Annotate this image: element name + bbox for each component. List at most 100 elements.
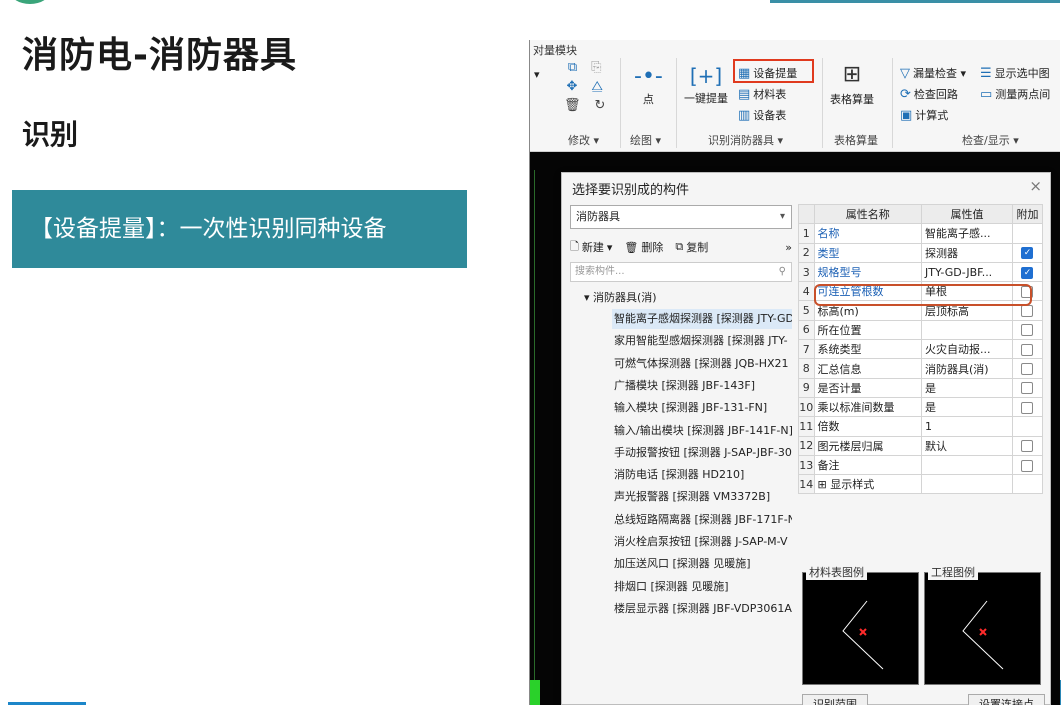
- tree-item[interactable]: 手动报警按钮 [探测器 J-SAP-JBF-30: [612, 443, 792, 463]
- extra-cell: [1011, 474, 1044, 495]
- table-calc-button[interactable]: ⊞ 表格算量: [830, 62, 874, 107]
- extra-checkbox[interactable]: ✓: [1021, 266, 1034, 279]
- cad-line: [534, 170, 535, 690]
- property-row[interactable]: 6 所在位置: [798, 319, 1044, 341]
- trash-icon: 🗑: [624, 240, 639, 254]
- extra-checkbox[interactable]: [1021, 440, 1034, 453]
- draw-group-label[interactable]: 绘图 ▾: [630, 132, 661, 148]
- equip-table-icon: ▥: [738, 107, 751, 123]
- tree-item[interactable]: 可燃气体探测器 [探测器 JQB-HX21: [612, 354, 792, 374]
- more-button[interactable]: »: [785, 241, 792, 254]
- property-row[interactable]: 12 图元楼层归属 默认: [798, 435, 1044, 456]
- property-value[interactable]: 是: [921, 396, 1013, 418]
- property-row[interactable]: 1 名称 智能离子感...: [798, 223, 1044, 244]
- point-button[interactable]: -•- 点: [634, 64, 663, 107]
- identify-range-button[interactable]: 识别范围: [802, 694, 868, 705]
- tree-item[interactable]: 输入/输出模块 [探测器 JBF-141F-N]: [612, 421, 792, 441]
- tree-item[interactable]: 输入模块 [探测器 JBF-131-FN]: [612, 398, 792, 418]
- property-value[interactable]: 默认: [921, 435, 1013, 456]
- extra-checkbox[interactable]: [1021, 459, 1034, 472]
- property-value[interactable]: [921, 319, 1013, 341]
- missing-check-button[interactable]: ▽ 漏量检查 ▾: [900, 65, 966, 81]
- property-value[interactable]: 是: [921, 377, 1013, 398]
- property-row[interactable]: 10 乘以标准间数量是: [798, 396, 1044, 418]
- one-key-extract-button[interactable]: [+] 一键提量: [684, 64, 728, 106]
- extra-checkbox[interactable]: [1021, 401, 1034, 414]
- extra-cell: [1011, 396, 1044, 418]
- extra-checkbox[interactable]: [1021, 343, 1034, 356]
- property-row[interactable]: 8 汇总信息 消防器具(消): [798, 358, 1044, 379]
- extra-cell: [1011, 416, 1044, 437]
- property-row[interactable]: 3 规格型号 JTY-GD-JBF... ✓: [798, 261, 1044, 283]
- new-button[interactable]: 🗋 新建 ▾: [570, 238, 612, 257]
- tree-item[interactable]: 消火栓启泵按钮 [探测器 J-SAP-M-V: [612, 532, 792, 552]
- tree-item[interactable]: 总线短路隔离器 [探测器 JBF-171F-N: [612, 510, 792, 530]
- extra-checkbox[interactable]: [1021, 363, 1034, 376]
- formula-button[interactable]: ▣ 计算式: [900, 107, 948, 123]
- property-value[interactable]: 1: [921, 416, 1013, 437]
- tree-item[interactable]: 加压送风口 [探测器 见暖施]: [612, 554, 792, 574]
- component-search-input[interactable]: 搜索构件... ⚲: [570, 262, 792, 282]
- identify-group-label[interactable]: 识别消防器具 ▾: [708, 132, 783, 148]
- cad-axis-marker: [530, 680, 540, 705]
- property-value[interactable]: [921, 474, 1013, 495]
- tree-item[interactable]: 广播模块 [探测器 JBF-143F]: [612, 376, 792, 396]
- delete-icon[interactable]: 🗑: [564, 98, 581, 113]
- row-index: 1: [798, 223, 815, 244]
- property-row[interactable]: 14 ⊞ 显示样式: [798, 474, 1044, 495]
- set-connect-point-button[interactable]: 设置连接点: [968, 694, 1045, 705]
- modify-tools: ⧉ ⎘ ✥ ⧋ 🗑 ↻: [564, 60, 605, 113]
- check-loop-button[interactable]: ⟳ 检查回路: [900, 86, 958, 102]
- property-row[interactable]: 13 备注: [798, 454, 1044, 476]
- property-value[interactable]: 探测器: [921, 242, 1013, 263]
- equip-table-button[interactable]: ▥ 设备表: [738, 107, 786, 123]
- delete-button[interactable]: 🗑 删除: [624, 239, 663, 255]
- row-index: 5: [798, 300, 815, 321]
- row-highlight: [814, 284, 1032, 306]
- collapse-icon[interactable]: ▾: [534, 68, 540, 81]
- extra-checkbox[interactable]: [1021, 382, 1034, 395]
- property-value[interactable]: [921, 454, 1013, 476]
- move-icon[interactable]: ✥: [566, 79, 577, 94]
- chevron-down-icon: ▾: [606, 240, 613, 254]
- chevron-down-icon: ▾: [779, 211, 785, 222]
- col-property-value: 属性值: [921, 203, 1013, 225]
- property-value[interactable]: 消防器具(消): [921, 358, 1013, 379]
- property-value[interactable]: 智能离子感...: [921, 223, 1013, 244]
- property-row[interactable]: 11 倍数 1: [798, 416, 1044, 437]
- ribbon-tab[interactable]: 对量模块: [533, 42, 577, 58]
- extra-checkbox[interactable]: [1021, 324, 1034, 337]
- tree-item[interactable]: 排烟口 [探测器 见暖施]: [612, 577, 792, 597]
- material-table-button[interactable]: ▤ 材料表: [738, 86, 786, 102]
- property-row[interactable]: 7 系统类型 火灾自动报...: [798, 339, 1044, 360]
- material-legend-preview: [802, 572, 919, 685]
- row-index: 8: [798, 358, 815, 379]
- close-icon[interactable]: ×: [1029, 177, 1042, 195]
- tree-item[interactable]: 智能离子感烟探测器 [探测器 JTY-GD-JBF]: [612, 309, 792, 329]
- tree-root[interactable]: ▾ 消防器具(消): [584, 289, 657, 305]
- measure-button[interactable]: ▭ 测量两点间: [980, 86, 1050, 102]
- tree-item[interactable]: 家用智能型感烟探测器 [探测器 JTY-: [612, 331, 792, 351]
- copy-icon: ⧉: [675, 240, 684, 253]
- tree-item[interactable]: 消防电话 [探测器 HD210]: [612, 465, 792, 485]
- property-name: 备注: [813, 454, 923, 476]
- modify-group-label[interactable]: 修改 ▾: [568, 132, 599, 148]
- paste-icon[interactable]: ⎘: [591, 60, 601, 75]
- show-selected-button[interactable]: ☰ 显示选中图: [980, 65, 1050, 81]
- extra-checkbox[interactable]: [1021, 305, 1034, 318]
- extra-checkbox[interactable]: ✓: [1021, 247, 1034, 260]
- row-index: 6: [798, 319, 815, 341]
- tree-item[interactable]: 楼层显示器 [探测器 JBF-VDP3061A]: [612, 599, 792, 619]
- property-row[interactable]: 9 是否计量是: [798, 377, 1044, 398]
- check-group-label[interactable]: 检查/显示 ▾: [962, 132, 1019, 148]
- property-row[interactable]: 2 类型 探测器 ✓: [798, 242, 1044, 263]
- mirror-icon[interactable]: ⧋: [591, 79, 603, 94]
- property-value[interactable]: JTY-GD-JBF...: [921, 261, 1013, 283]
- copy-button[interactable]: ⧉ 复制: [675, 239, 708, 255]
- property-value[interactable]: 火灾自动报...: [921, 339, 1013, 360]
- property-name: 所在位置: [813, 319, 923, 341]
- copy-icon[interactable]: ⧉: [568, 60, 577, 75]
- tree-item[interactable]: 声光报警器 [探测器 VM3372B]: [612, 487, 792, 507]
- component-type-dropdown[interactable]: 消防器具 ▾: [570, 205, 792, 229]
- rotate-icon[interactable]: ↻: [595, 98, 606, 113]
